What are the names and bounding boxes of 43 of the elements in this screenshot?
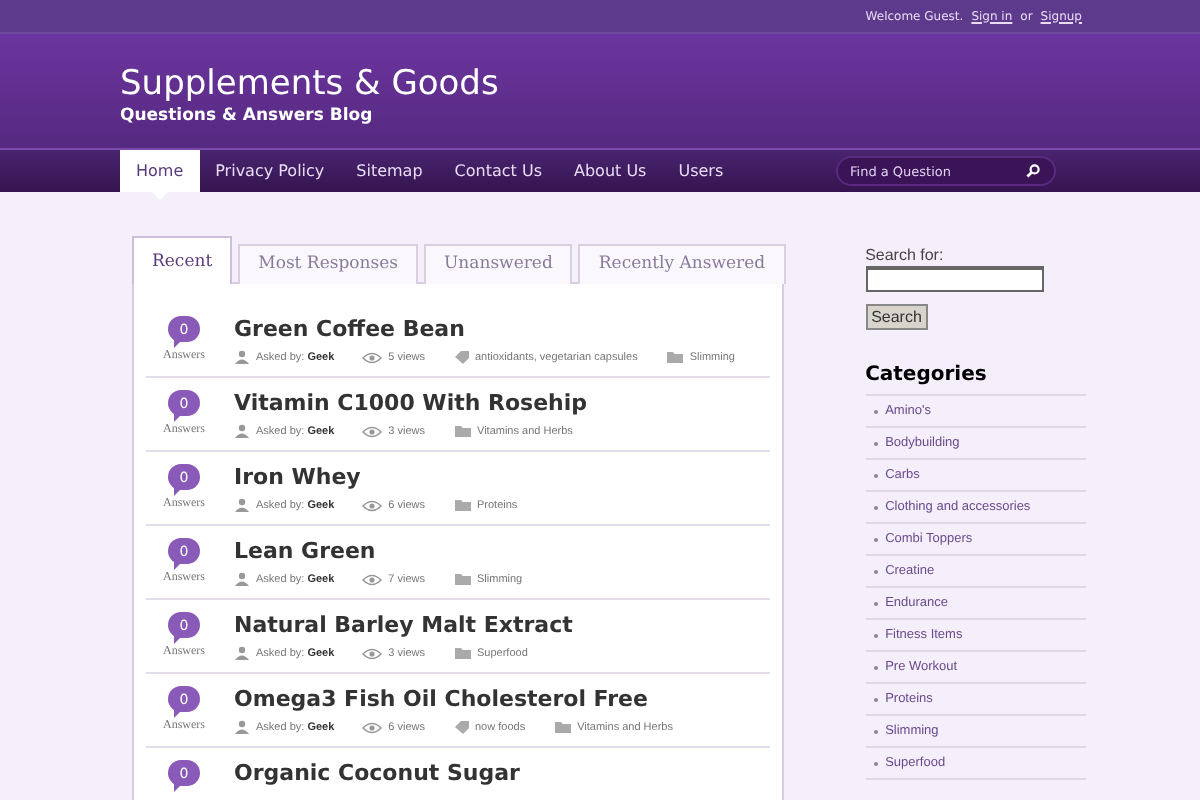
question-title[interactable]: Omega3 Fish Oil Cholesterol Free	[234, 686, 673, 712]
search-icon	[1026, 164, 1040, 178]
folder-icon	[453, 646, 471, 660]
nav-link[interactable]: Privacy Policy	[199, 150, 341, 192]
user-icon	[234, 350, 250, 364]
site-title[interactable]: Supplements & Goods	[120, 64, 1200, 104]
user-icon	[234, 424, 250, 438]
categories-heading: Categories	[865, 364, 1086, 396]
user-icon	[234, 498, 250, 512]
nav-link[interactable]: Sitemap	[340, 150, 439, 192]
nav-link[interactable]: Contact Us	[438, 150, 558, 192]
nav-link[interactable]: About Us	[558, 150, 663, 192]
tab[interactable]: Unanswered	[424, 244, 573, 284]
question-title[interactable]: Organic Coconut Sugar	[234, 760, 520, 786]
search-button[interactable]: Search	[865, 304, 928, 330]
eye-icon	[362, 499, 383, 511]
folder-icon	[453, 572, 471, 586]
eye-icon	[362, 647, 383, 659]
user-icon	[234, 572, 250, 586]
folder-icon	[665, 350, 684, 364]
question-title[interactable]: Natural Barley Malt Extract	[234, 612, 573, 638]
question-title[interactable]: Lean Green	[234, 538, 523, 564]
eye-icon	[362, 721, 383, 733]
eye-icon	[362, 351, 383, 363]
user-icon	[234, 646, 250, 660]
search-input[interactable]	[865, 266, 1044, 292]
question-title[interactable]: Iron Whey	[234, 464, 518, 490]
tag-icon	[453, 720, 469, 734]
user-icon	[234, 720, 250, 734]
eye-icon	[362, 425, 383, 437]
tab[interactable]: Recent	[132, 236, 233, 284]
folder-icon	[553, 720, 572, 734]
site-tagline: Questions & Answers Blog	[120, 106, 375, 126]
nav-link[interactable]: Users	[662, 150, 740, 192]
tab[interactable]: Most Responses	[238, 244, 419, 284]
eye-icon	[362, 573, 383, 585]
folder-icon	[453, 498, 471, 512]
search-label: Search for:	[865, 246, 946, 264]
tag-icon	[453, 350, 469, 364]
question-title[interactable]: Vitamin C1000 With Rosehip	[234, 390, 588, 416]
question-title[interactable]: Green Coffee Bean	[234, 316, 735, 342]
folder-icon	[453, 424, 471, 438]
tab[interactable]: Recently Answered	[578, 244, 786, 284]
